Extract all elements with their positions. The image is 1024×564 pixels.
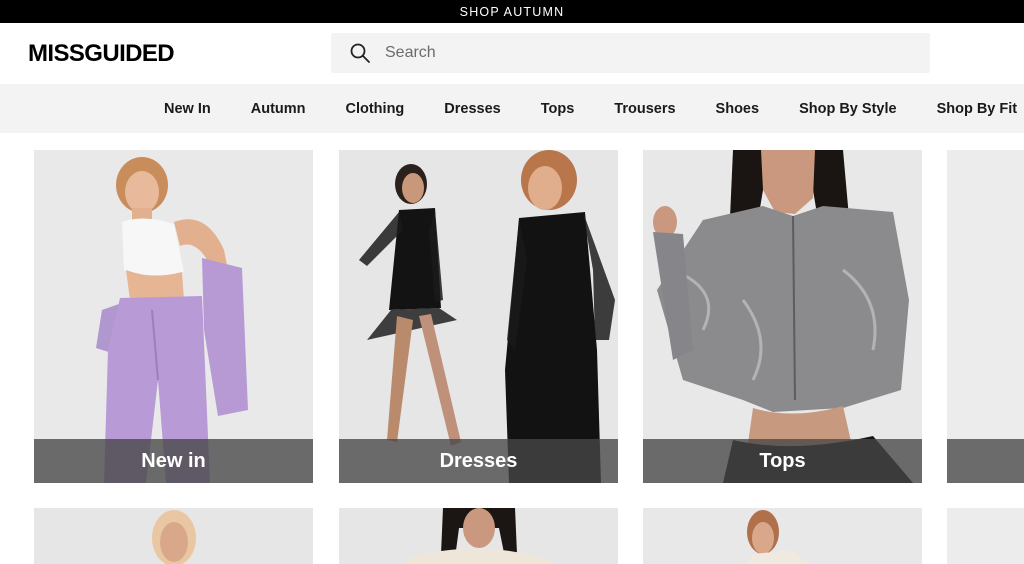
nav-item-tops[interactable]: Tops <box>541 101 575 117</box>
category-card-new-in[interactable]: New in <box>34 150 313 483</box>
category-image-row2-1 <box>34 508 313 564</box>
brand-logo[interactable]: MISSGUIDED <box>28 40 175 68</box>
promo-banner[interactable]: SHOP AUTUMN <box>0 0 1024 23</box>
site-header: MISSGUIDED <box>0 23 1024 84</box>
category-card-row2-4[interactable] <box>947 508 1024 564</box>
category-grid: New in Dresses Tops <box>0 150 1024 564</box>
category-image-dresses <box>339 150 618 483</box>
category-caption-partial[interactable] <box>947 439 1024 483</box>
category-card-row2-3[interactable] <box>643 508 922 564</box>
nav-item-trousers[interactable]: Trousers <box>614 101 675 117</box>
main-nav: New In Autumn Clothing Dresses Tops Trou… <box>0 84 1024 133</box>
category-caption[interactable]: New in <box>34 439 313 483</box>
category-card-row2-1[interactable] <box>34 508 313 564</box>
nav-item-dresses[interactable]: Dresses <box>444 101 500 117</box>
category-image-partial <box>947 150 1024 483</box>
category-image-new-in <box>34 150 313 483</box>
category-caption[interactable]: Dresses <box>339 439 618 483</box>
nav-item-autumn[interactable]: Autumn <box>251 101 306 117</box>
category-image-tops <box>643 150 922 483</box>
search-input[interactable] <box>385 44 905 62</box>
nav-item-clothing[interactable]: Clothing <box>346 101 405 117</box>
category-card-dresses[interactable]: Dresses <box>339 150 618 483</box>
category-image-row2-3 <box>643 508 922 564</box>
nav-item-new-in[interactable]: New In <box>164 101 211 117</box>
category-card-tops[interactable]: Tops <box>643 150 922 483</box>
nav-item-shoes[interactable]: Shoes <box>716 101 760 117</box>
search-icon[interactable] <box>349 42 371 64</box>
category-image-row2-2 <box>339 508 618 564</box>
category-caption[interactable]: Tops <box>643 439 922 483</box>
promo-text[interactable]: SHOP AUTUMN <box>460 5 565 19</box>
category-card-row2-2[interactable] <box>339 508 618 564</box>
nav-item-shop-by-style[interactable]: Shop By Style <box>799 101 897 117</box>
search-bar[interactable] <box>331 33 930 73</box>
category-card-partial[interactable] <box>947 150 1024 483</box>
nav-item-shop-by-fit[interactable]: Shop By Fit <box>937 101 1018 117</box>
category-image-row2-4 <box>947 508 1024 564</box>
